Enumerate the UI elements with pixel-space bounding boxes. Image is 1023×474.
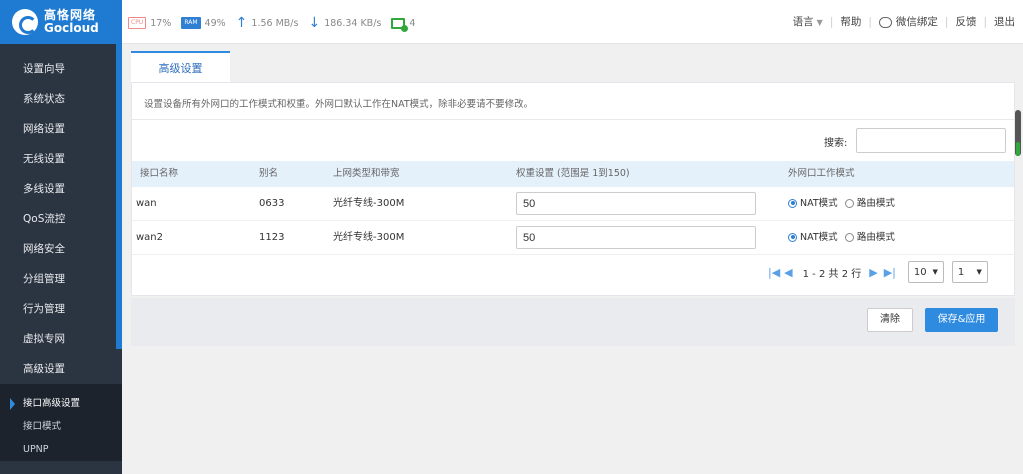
- devices-count: 4: [409, 17, 416, 29]
- top-header: 高恪网络 Gocloud CPU 17% RAM 49% ↑ 1.56 MB/s…: [0, 0, 1023, 44]
- table-header: 接口名称 别名 上网类型和带宽 权重设置 (范围是 1到150) 外网口工作模式: [132, 161, 1014, 187]
- route-mode-radio[interactable]: 路由模式: [844, 198, 899, 210]
- sidebar-item-network-settings[interactable]: 网络设置: [0, 114, 116, 144]
- sidebar-item-network-security[interactable]: 网络安全: [0, 234, 116, 264]
- divider: [132, 119, 1014, 120]
- search-input[interactable]: [856, 128, 1006, 153]
- action-bar: 清除 保存&应用: [131, 298, 1015, 346]
- sidebar-item-vpn[interactable]: 虚拟专网: [0, 324, 116, 354]
- prev-page-icon[interactable]: ◀: [784, 266, 792, 279]
- feedback-link[interactable]: 反馈: [955, 14, 976, 29]
- clear-button[interactable]: 清除: [867, 308, 913, 332]
- download-stat: ↓ 186.34 KB/s: [308, 15, 382, 31]
- tab-advanced-settings[interactable]: 高级设置: [131, 51, 230, 82]
- sidebar-item-setup-wizard[interactable]: 设置向导: [0, 54, 116, 84]
- gocloud-logo-icon: [12, 9, 38, 35]
- ram-icon: RAM: [181, 17, 201, 29]
- pagination: |◀ ◀ 1 - 2 共 2 行 ▶ ▶| 10 ▼ 1 ▼: [768, 261, 988, 283]
- upload-stat: ↑ 1.56 MB/s: [235, 15, 299, 31]
- sidebar: 设置向导 系统状态 网络设置 无线设置 多线设置 QoS流控 网络安全 分组管理…: [0, 44, 122, 474]
- sidebar-item-advanced-settings[interactable]: 高级设置: [0, 354, 116, 384]
- nat-mode-radio[interactable]: NAT模式: [788, 232, 842, 244]
- sidebar-item-multiline-settings[interactable]: 多线设置: [0, 174, 116, 204]
- chevron-down-icon: ▼: [932, 268, 938, 276]
- cpu-value: 17%: [150, 17, 172, 29]
- sidebar-subitem-upnp[interactable]: UPNP: [0, 438, 116, 461]
- language-menu[interactable]: 语言 ▼: [793, 14, 823, 29]
- col-wan-mode: 外网口工作模式: [788, 168, 855, 179]
- page-size-select[interactable]: 10 ▼: [907, 261, 944, 283]
- route-mode-radio[interactable]: 路由模式: [844, 232, 899, 244]
- weight-input[interactable]: [516, 226, 756, 249]
- col-alias: 别名: [259, 168, 279, 179]
- monitor-icon: [391, 17, 409, 32]
- ram-stat: RAM 49%: [181, 17, 226, 29]
- top-nav: 语言 ▼ | 帮助 | 微信绑定 | 反馈 | 退出: [793, 14, 1015, 29]
- cell-connection-type: 光纤专线-300M: [333, 232, 405, 243]
- help-link[interactable]: 帮助: [840, 14, 861, 29]
- table-row: wan 0633 光纤专线-300M NAT模式 路由模式: [132, 187, 1014, 221]
- sidebar-item-qos[interactable]: QoS流控: [0, 204, 116, 234]
- brand-name-en: Gocloud: [44, 21, 99, 35]
- cell-interface-name: wan: [136, 198, 157, 209]
- upload-arrow-icon: ↑: [235, 15, 248, 31]
- sidebar-subitem-interface-mode[interactable]: 接口模式: [0, 415, 116, 438]
- upload-value: 1.56 MB/s: [251, 17, 299, 29]
- save-apply-button[interactable]: 保存&应用: [925, 308, 998, 332]
- radio-unselected-icon: [844, 232, 854, 242]
- download-arrow-icon: ↓: [308, 15, 321, 31]
- wechat-icon: [878, 16, 892, 28]
- sidebar-submenu: 接口高级设置 接口模式 UPNP: [0, 384, 122, 461]
- col-weight: 权重设置 (范围是 1到150): [516, 168, 630, 179]
- pagination-summary: 1 - 2 共 2 行: [802, 268, 862, 280]
- radio-unselected-icon: [844, 198, 854, 208]
- page-number-select[interactable]: 1 ▼: [951, 261, 988, 283]
- ram-value: 49%: [204, 17, 226, 29]
- system-stats: CPU 17% RAM 49% ↑ 1.56 MB/s ↓ 186.34 KB/…: [128, 14, 425, 32]
- nat-mode-radio[interactable]: NAT模式: [788, 198, 842, 210]
- cpu-stat: CPU 17%: [128, 17, 171, 29]
- sidebar-item-behavior-management[interactable]: 行为管理: [0, 294, 116, 324]
- divider: |: [868, 15, 872, 28]
- search-label: 搜索:: [824, 138, 848, 149]
- weight-input[interactable]: [516, 192, 756, 215]
- first-page-icon[interactable]: |◀: [768, 266, 780, 279]
- download-value: 186.34 KB/s: [324, 17, 382, 29]
- scrollbar-thumb[interactable]: [1016, 142, 1020, 156]
- cell-connection-type: 光纤专线-300M: [333, 198, 405, 209]
- devices-stat[interactable]: 4: [391, 17, 416, 32]
- table-row: wan2 1123 光纤专线-300M NAT模式 路由模式: [132, 221, 1014, 255]
- next-page-icon[interactable]: ▶: [869, 266, 877, 279]
- sidebar-item-system-status[interactable]: 系统状态: [0, 84, 116, 114]
- sidebar-subitem-interface-advanced[interactable]: 接口高级设置: [0, 392, 116, 415]
- logout-link[interactable]: 退出: [994, 14, 1015, 29]
- wechat-bind-link[interactable]: 微信绑定: [878, 14, 938, 29]
- divider: |: [944, 15, 949, 28]
- radio-selected-icon: [788, 232, 797, 242]
- divider: |: [829, 15, 834, 28]
- cell-alias: 1123: [259, 232, 285, 243]
- panel-description: 设置设备所有外网口的工作模式和权重。外网口默认工作在NAT模式，除非必要请不要修…: [144, 99, 534, 110]
- cell-interface-name: wan2: [136, 232, 164, 243]
- last-page-icon[interactable]: ▶|: [884, 266, 896, 279]
- interface-table: 接口名称 别名 上网类型和带宽 权重设置 (范围是 1到150) 外网口工作模式…: [132, 161, 1014, 255]
- sidebar-item-wireless-settings[interactable]: 无线设置: [0, 144, 116, 174]
- radio-selected-icon: [788, 198, 797, 208]
- sidebar-scrollbar[interactable]: [116, 44, 122, 349]
- col-interface-name: 接口名称: [140, 168, 179, 179]
- caret-down-icon: ▼: [816, 18, 823, 27]
- chevron-down-icon: ▼: [976, 268, 982, 276]
- tab-bar: 高级设置: [131, 51, 230, 82]
- cell-alias: 0633: [259, 198, 285, 209]
- brand-logo[interactable]: 高恪网络 Gocloud: [0, 0, 122, 44]
- divider: |: [983, 15, 987, 28]
- col-connection-type: 上网类型和带宽: [333, 168, 400, 179]
- cpu-icon: CPU: [128, 17, 147, 29]
- settings-panel: 设置设备所有外网口的工作模式和权重。外网口默认工作在NAT模式，除非必要请不要修…: [131, 82, 1015, 296]
- sidebar-item-group-management[interactable]: 分组管理: [0, 264, 116, 294]
